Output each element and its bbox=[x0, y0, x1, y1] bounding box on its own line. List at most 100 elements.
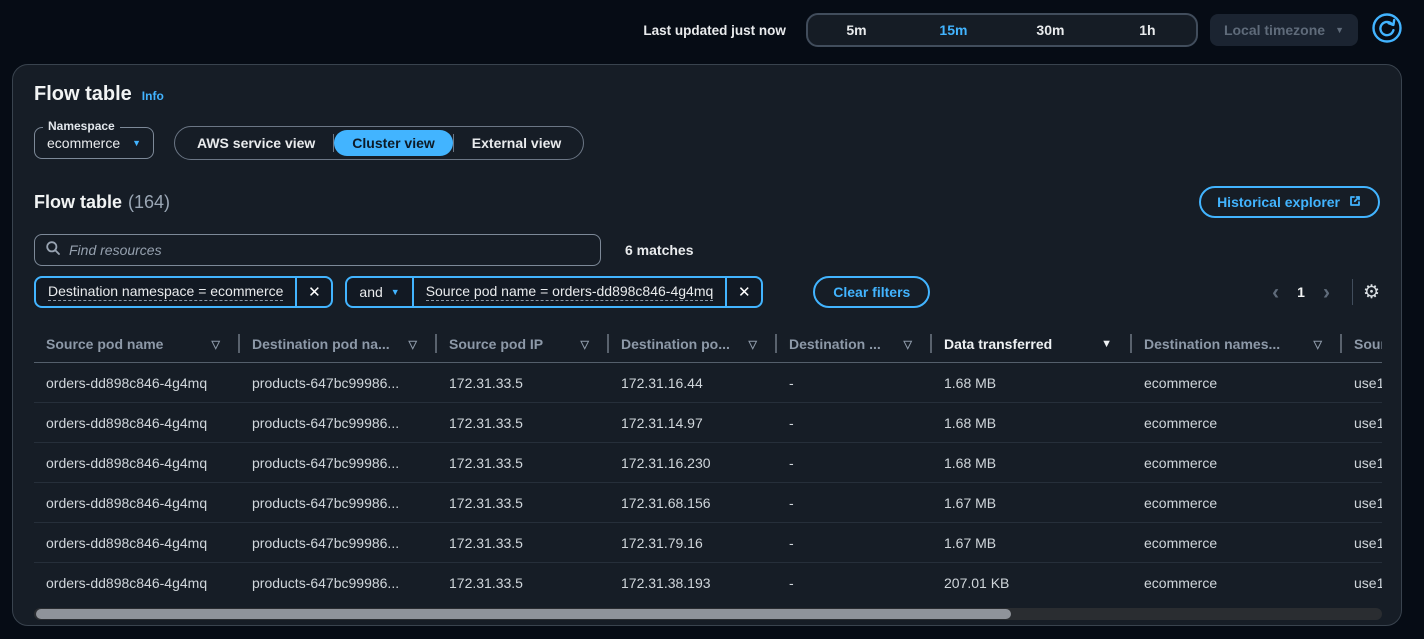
sort-icon[interactable]: ▽ bbox=[904, 338, 912, 351]
filter-operator-label: and bbox=[359, 284, 382, 300]
table-header-row: Source pod name▽ Destination pod na...▽ … bbox=[34, 326, 1382, 363]
cell-source: use1- bbox=[1342, 563, 1382, 602]
table-row[interactable]: orders-dd898c846-4g4mq products-647bc999… bbox=[34, 563, 1382, 602]
close-icon[interactable]: ✕ bbox=[295, 278, 331, 306]
column-header-destination-namespace[interactable]: Destination names...▽ bbox=[1132, 326, 1342, 362]
namespace-dropdown-value: ecommerce bbox=[47, 135, 120, 151]
cell-destination-pod-ip: 172.31.68.156 bbox=[609, 483, 777, 522]
table-title: Flow table(164) bbox=[34, 192, 170, 213]
table-row[interactable]: orders-dd898c846-4g4mq products-647bc999… bbox=[34, 483, 1382, 523]
sort-icon[interactable]: ▽ bbox=[212, 338, 220, 351]
table-row[interactable]: orders-dd898c846-4g4mq products-647bc999… bbox=[34, 523, 1382, 563]
caret-down-icon: ▼ bbox=[132, 138, 141, 148]
pagination: ‹ 1 › ⚙ bbox=[1262, 279, 1380, 305]
table-row[interactable]: orders-dd898c846-4g4mq products-647bc999… bbox=[34, 363, 1382, 403]
search-input[interactable] bbox=[69, 242, 590, 258]
info-link[interactable]: Info bbox=[142, 89, 164, 103]
cell-source-pod-name: orders-dd898c846-4g4mq bbox=[34, 443, 240, 482]
chevron-right-icon[interactable]: › bbox=[1313, 282, 1340, 303]
column-header-source-pod-ip[interactable]: Source pod IP▽ bbox=[437, 326, 609, 362]
table-row-count: (164) bbox=[128, 192, 170, 212]
horizontal-scrollbar-track[interactable] bbox=[34, 608, 1382, 620]
panel-header: Flow table Info bbox=[34, 83, 1380, 106]
page-title: Flow table bbox=[34, 83, 132, 106]
cell-destination-namespace: ecommerce bbox=[1132, 483, 1342, 522]
filter-operator-dropdown[interactable]: and ▼ bbox=[347, 278, 413, 306]
cell-destination-pod-ip: 172.31.79.16 bbox=[609, 523, 777, 562]
divider bbox=[1352, 279, 1353, 305]
refresh-button[interactable] bbox=[1370, 13, 1404, 47]
table-row[interactable]: orders-dd898c846-4g4mq products-647bc999… bbox=[34, 403, 1382, 443]
timezone-dropdown[interactable]: Local timezone ▼ bbox=[1210, 14, 1358, 46]
column-header-destination[interactable]: Destination ...▽ bbox=[777, 326, 932, 362]
column-header-data-transferred[interactable]: Data transferred▼ bbox=[932, 326, 1132, 362]
external-link-icon bbox=[1348, 194, 1362, 211]
cell-destination-pod-ip: 172.31.38.193 bbox=[609, 563, 777, 602]
cell-destination-pod-name: products-647bc99986... bbox=[240, 523, 437, 562]
cell-data-transferred: 207.01 KB bbox=[932, 563, 1132, 602]
flow-table: Source pod name▽ Destination pod na...▽ … bbox=[34, 326, 1382, 602]
search-box[interactable] bbox=[34, 234, 601, 266]
cell-destination-pod-name: products-647bc99986... bbox=[240, 363, 437, 402]
cell-destination-namespace: ecommerce bbox=[1132, 443, 1342, 482]
time-range-5m[interactable]: 5m bbox=[808, 15, 905, 45]
tab-cluster-view[interactable]: Cluster view bbox=[334, 130, 452, 156]
table-row[interactable]: orders-dd898c846-4g4mq products-647bc999… bbox=[34, 443, 1382, 483]
column-header-destination-pod-name[interactable]: Destination pod na...▽ bbox=[240, 326, 437, 362]
namespace-dropdown-label: Namespace bbox=[43, 119, 120, 133]
time-range-30m[interactable]: 30m bbox=[1002, 15, 1099, 45]
cell-destination-pod-ip: 172.31.16.230 bbox=[609, 443, 777, 482]
page-number[interactable]: 1 bbox=[1289, 284, 1313, 300]
search-icon bbox=[45, 240, 61, 261]
time-range-15m[interactable]: 15m bbox=[905, 15, 1002, 45]
cell-source-pod-ip: 172.31.33.5 bbox=[437, 523, 609, 562]
cell-destination: - bbox=[777, 443, 932, 482]
tab-aws-service-view[interactable]: AWS service view bbox=[179, 130, 333, 156]
cell-source-pod-ip: 172.31.33.5 bbox=[437, 563, 609, 602]
cell-destination-pod-ip: 172.31.16.44 bbox=[609, 363, 777, 402]
cell-source: use1- bbox=[1342, 483, 1382, 522]
column-header-destination-pod-ip[interactable]: Destination po...▽ bbox=[609, 326, 777, 362]
cell-source-pod-ip: 172.31.33.5 bbox=[437, 363, 609, 402]
cell-source-pod-ip: 172.31.33.5 bbox=[437, 483, 609, 522]
column-header-source[interactable]: Sour bbox=[1342, 326, 1382, 362]
cell-source-pod-name: orders-dd898c846-4g4mq bbox=[34, 523, 240, 562]
time-range-1h[interactable]: 1h bbox=[1099, 15, 1196, 45]
sort-descending-icon[interactable]: ▼ bbox=[1101, 338, 1112, 350]
historical-explorer-button[interactable]: Historical explorer bbox=[1199, 186, 1380, 218]
cell-destination-namespace: ecommerce bbox=[1132, 403, 1342, 442]
clear-filters-button[interactable]: Clear filters bbox=[813, 276, 930, 308]
table-header-bar: Flow table(164) Historical explorer bbox=[34, 186, 1380, 218]
cell-source-pod-name: orders-dd898c846-4g4mq bbox=[34, 483, 240, 522]
cell-data-transferred: 1.68 MB bbox=[932, 443, 1132, 482]
cell-destination: - bbox=[777, 563, 932, 602]
sort-icon[interactable]: ▽ bbox=[1314, 338, 1322, 351]
filter-token-label[interactable]: Source pod name = orders-dd898c846-4g4mq bbox=[414, 278, 726, 306]
filter-bar: Destination namespace = ecommerce ✕ and … bbox=[34, 276, 1380, 308]
cell-destination: - bbox=[777, 363, 932, 402]
gear-icon[interactable]: ⚙ bbox=[1363, 283, 1380, 302]
refresh-icon bbox=[1371, 12, 1403, 49]
cell-destination: - bbox=[777, 483, 932, 522]
cell-source: use1- bbox=[1342, 523, 1382, 562]
filter-token-label[interactable]: Destination namespace = ecommerce bbox=[36, 278, 295, 306]
tab-external-view[interactable]: External view bbox=[454, 130, 580, 156]
cell-source-pod-name: orders-dd898c846-4g4mq bbox=[34, 403, 240, 442]
sort-icon[interactable]: ▽ bbox=[409, 338, 417, 351]
cell-destination-pod-name: products-647bc99986... bbox=[240, 483, 437, 522]
cell-destination-namespace: ecommerce bbox=[1132, 563, 1342, 602]
namespace-dropdown[interactable]: Namespace ecommerce ▼ bbox=[34, 127, 154, 159]
column-header-source-pod-name[interactable]: Source pod name▽ bbox=[34, 326, 240, 362]
cell-source-pod-ip: 172.31.33.5 bbox=[437, 443, 609, 482]
close-icon[interactable]: ✕ bbox=[725, 278, 761, 306]
cell-data-transferred: 1.67 MB bbox=[932, 483, 1132, 522]
cell-data-transferred: 1.68 MB bbox=[932, 403, 1132, 442]
cell-source: use1- bbox=[1342, 403, 1382, 442]
chevron-left-icon[interactable]: ‹ bbox=[1262, 282, 1289, 303]
horizontal-scrollbar-thumb[interactable] bbox=[36, 609, 1011, 619]
sort-icon[interactable]: ▽ bbox=[749, 338, 757, 351]
sort-icon[interactable]: ▽ bbox=[581, 338, 589, 351]
top-bar: Last updated just now 5m 15m 30m 1h Loca… bbox=[0, 0, 1424, 60]
cell-destination-pod-name: products-647bc99986... bbox=[240, 403, 437, 442]
caret-down-icon: ▼ bbox=[1335, 25, 1344, 35]
